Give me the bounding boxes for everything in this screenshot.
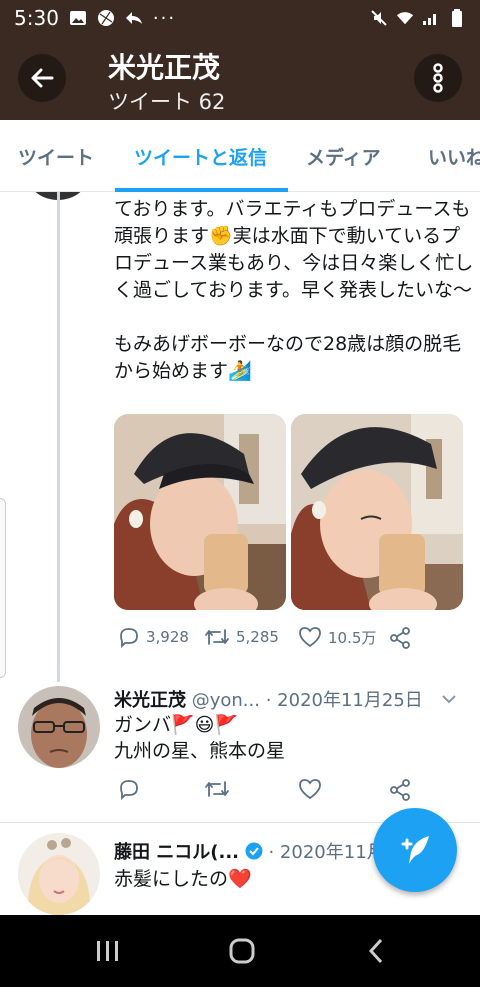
page-title: 米光正茂 [108, 51, 221, 84]
mute-icon [370, 9, 388, 27]
like-button[interactable]: 10.5万 [298, 626, 376, 648]
share-button[interactable] [388, 778, 412, 802]
tweet-photo[interactable] [291, 414, 463, 610]
tweet-photo[interactable] [114, 414, 286, 610]
tweet-date: · 2020年11月 [268, 842, 385, 863]
reply-arrow-icon [125, 9, 143, 27]
compose-icon [401, 836, 429, 864]
retweet-count: 5,285 [236, 628, 279, 646]
tweet-text: もみあげボーボーなので28歳は顔の脱毛から始めます🏄 [114, 333, 462, 382]
tweet-text: 赤髪にしたの❤️ [114, 868, 252, 890]
tweet-count: ツイート 62 [108, 90, 226, 114]
back-nav-button[interactable] [356, 933, 396, 969]
timeline[interactable]: ております。バラエティもプロデュースも頑張ります✊実は水面下で動いているプロデュ… [0, 192, 480, 915]
recent-apps-button[interactable] [88, 933, 128, 969]
recent-apps-icon [97, 941, 118, 961]
retweet-icon [205, 629, 229, 645]
tweet-actions [116, 778, 436, 806]
home-button[interactable] [222, 933, 262, 969]
back-nav-icon [368, 938, 383, 964]
like-icon [299, 627, 321, 648]
gallery-icon [69, 9, 87, 27]
battery-icon [448, 9, 466, 27]
status-bar: 5:30 ··· [0, 0, 480, 36]
profile-tabs: ツイート ツイートと返信 メディア いいね [0, 120, 480, 192]
system-nav-bar [0, 915, 480, 987]
retweet-button[interactable] [204, 778, 230, 800]
ball-icon [97, 9, 115, 27]
tweet-date: · 2020年11月25日 [265, 690, 423, 711]
retweet-icon [205, 781, 229, 797]
share-icon [390, 779, 410, 801]
tab-tweets[interactable]: ツイート [18, 120, 94, 191]
avatar[interactable] [18, 833, 100, 915]
tweet-header: 米光正茂 @yon... · 2020年11月25日 [114, 686, 423, 712]
tab-likes[interactable]: いいね [428, 120, 480, 191]
display-name[interactable]: 藤田 ニコル(... [114, 842, 239, 863]
verified-icon [245, 842, 263, 860]
share-button[interactable] [388, 626, 412, 650]
tweet-header: 藤田 ニコル(... · 2020年11月 [114, 838, 385, 864]
more-vertical-icon [433, 63, 443, 93]
more-options-button[interactable] [414, 54, 462, 102]
tweet-actions: 3,928 5,285 10.5万 [116, 626, 436, 654]
share-icon [390, 627, 410, 649]
like-button[interactable] [298, 778, 322, 800]
reply-icon [120, 628, 138, 648]
profile-header: 米光正茂 ツイート 62 [0, 36, 480, 120]
more-notifications-icon: ··· [152, 7, 177, 29]
tweet-text: ガンバ🚩😃🚩 [114, 714, 239, 736]
reply-button[interactable]: 3,928 [118, 626, 189, 648]
retweet-button[interactable]: 5,285 [204, 626, 279, 648]
thread-line [57, 192, 60, 682]
tab-media[interactable]: メディア [306, 120, 381, 191]
tweet-text: ております。バラエティもプロデュースも頑張ります✊実は水面下で動いているプロデュ… [114, 198, 474, 301]
back-button[interactable] [18, 54, 66, 102]
reply-icon [120, 780, 138, 800]
signal-icon [422, 9, 440, 27]
reply-count: 3,928 [146, 628, 189, 646]
like-icon [299, 779, 321, 800]
back-arrow-icon [31, 68, 54, 88]
reply-button[interactable] [118, 778, 140, 800]
compose-tweet-button[interactable] [373, 808, 457, 892]
display-name[interactable]: 米光正茂 [114, 690, 186, 711]
tweet-text: 九州の星、熊本の星 [114, 740, 286, 762]
tweet-body: ております。バラエティもプロデュースも頑張ります✊実は水面下で動いているプロデュ… [114, 196, 474, 412]
scrollbar[interactable] [0, 498, 6, 678]
avatar[interactable] [18, 686, 100, 768]
status-time: 5:30 [14, 6, 59, 30]
chevron-down-icon[interactable] [440, 690, 458, 708]
tab-tweets-and-replies[interactable]: ツイートと返信 [134, 120, 267, 191]
like-count: 10.5万 [328, 628, 377, 647]
handle[interactable]: @yon... [192, 690, 260, 711]
wifi-icon [396, 9, 414, 27]
home-icon [229, 938, 255, 964]
